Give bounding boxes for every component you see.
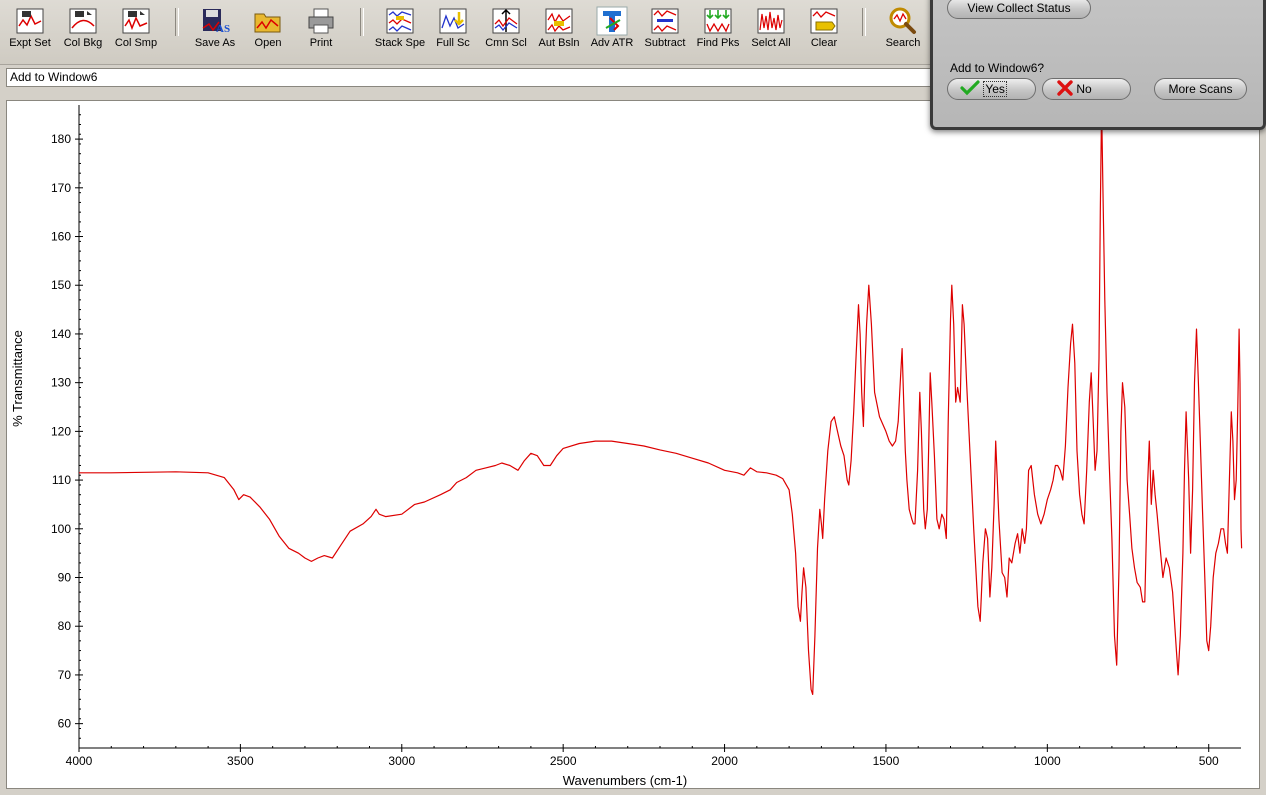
y-axis-title: % Transmittance: [10, 330, 25, 427]
x-tick-label: 1500: [873, 754, 900, 768]
save-as-button[interactable]: AS Save As: [187, 4, 243, 58]
advanced-atr-icon: [596, 6, 628, 36]
y-tick-label: 140: [51, 327, 71, 341]
y-tick-label: 180: [51, 132, 71, 146]
svg-text:AS: AS: [216, 23, 230, 35]
open-label: Open: [254, 37, 282, 49]
clear-label: Clear: [810, 37, 838, 49]
adv-atr-label: Adv ATR: [590, 37, 634, 49]
subtract-label: Subtract: [644, 37, 686, 49]
save-as-label: Save As: [194, 37, 236, 49]
adv-atr-button[interactable]: Adv ATR: [584, 4, 640, 58]
subtract-button[interactable]: Subtract: [637, 4, 693, 58]
y-tick-label: 100: [51, 522, 71, 536]
toolbar-separator: [862, 8, 866, 36]
open-button[interactable]: Open: [240, 4, 296, 58]
x-tick-label: 4000: [66, 754, 93, 768]
search-icon: [889, 7, 916, 34]
dialog-question: Add to Window6?: [950, 61, 1045, 75]
common-scale-label: Cmn Scl: [485, 37, 527, 49]
yes-button[interactable]: Yes: [947, 78, 1036, 100]
search-button[interactable]: Search: [875, 4, 931, 58]
printer-icon: [308, 8, 334, 34]
x-tick-label: 2000: [711, 754, 738, 768]
select-all-button[interactable]: Selct All: [743, 4, 799, 58]
no-button[interactable]: No: [1042, 78, 1131, 100]
col-bkg-label: Col Bkg: [63, 37, 103, 49]
x-axis-title: Wavenumbers (cm-1): [563, 773, 687, 788]
y-tick-label: 70: [58, 668, 72, 682]
clear-button[interactable]: Clear: [796, 4, 852, 58]
y-tick-label: 120: [51, 424, 71, 438]
col-bkg-button[interactable]: Col Bkg: [55, 4, 111, 58]
print-label: Print: [309, 37, 333, 49]
full-scale-icon: [439, 8, 467, 34]
select-all-icon: [757, 8, 785, 34]
find-peaks-button[interactable]: Find Pks: [690, 4, 746, 58]
y-tick-label: 90: [58, 571, 72, 585]
col-smp-label: Col Smp: [114, 37, 158, 49]
experiment-setup-icon: [16, 8, 44, 34]
x-tick-label: 1000: [1034, 754, 1061, 768]
full-scale-button[interactable]: Full Sc: [425, 4, 481, 58]
x-tick-label: 3500: [227, 754, 254, 768]
collect-background-icon: [69, 8, 97, 34]
x-tick-label: 2500: [550, 754, 577, 768]
spectrum-series-line: [79, 104, 1243, 696]
open-folder-icon: [254, 13, 281, 33]
common-scale-button[interactable]: Cmn Scl: [478, 4, 534, 58]
print-button[interactable]: Print: [293, 4, 349, 58]
more-scans-button[interactable]: More Scans: [1154, 78, 1247, 100]
col-smp-button[interactable]: Col Smp: [108, 4, 164, 58]
yes-label: Yes: [983, 81, 1007, 97]
close-x-icon: [1057, 80, 1073, 96]
collect-sample-icon: [122, 8, 150, 34]
clear-icon: [810, 8, 838, 34]
stack-spectra-button[interactable]: Stack Spe: [372, 4, 428, 58]
save-as-icon: AS: [202, 9, 230, 35]
expt-set-label: Expt Set: [9, 37, 51, 49]
expt-set-button[interactable]: Expt Set: [2, 4, 58, 58]
y-tick-label: 160: [51, 230, 71, 244]
stack-spectra-icon: [386, 8, 414, 34]
y-tick-label: 80: [58, 619, 72, 633]
subtract-icon: [651, 8, 679, 34]
auto-baseline-label: Aut Bsln: [538, 37, 580, 49]
check-icon: [960, 80, 980, 96]
find-peaks-icon: [704, 8, 732, 34]
view-collect-status-label: View Collect Status: [967, 1, 1071, 15]
toolbar-separator: [175, 8, 179, 36]
spectrum-plot: 60 70 80 90 100 110 120 130 140 150 160 170 180 4000 3…: [10, 104, 1243, 788]
y-tick-label: 150: [51, 278, 71, 292]
auto-baseline-button[interactable]: Aut Bsln: [531, 4, 587, 58]
search-label: Search: [885, 37, 921, 49]
x-tick-label: 3000: [388, 754, 415, 768]
full-scale-label: Full Sc: [436, 37, 470, 49]
y-tick-label: 170: [51, 181, 71, 195]
collect-dialog: View Collect Status Add to Window6? Yes …: [930, 0, 1266, 130]
no-label: No: [1076, 82, 1092, 96]
y-tick-label: 110: [52, 473, 71, 487]
select-all-label: Selct All: [751, 37, 791, 49]
y-tick-label: 60: [58, 717, 72, 731]
view-collect-status-button[interactable]: View Collect Status: [947, 0, 1091, 19]
common-scale-icon: [492, 8, 520, 34]
auto-baseline-icon: [545, 8, 573, 34]
spectrum-window[interactable]: 60 70 80 90 100 110 120 130 140 150 160 170 180 4000 3…: [6, 100, 1260, 789]
y-tick-label: 130: [51, 376, 71, 390]
more-scans-label: More Scans: [1168, 82, 1233, 96]
find-peaks-label: Find Pks: [696, 37, 740, 49]
x-tick-label: 500: [1199, 754, 1219, 768]
stack-spectra-label: Stack Spe: [374, 37, 426, 49]
toolbar-separator: [360, 8, 364, 36]
